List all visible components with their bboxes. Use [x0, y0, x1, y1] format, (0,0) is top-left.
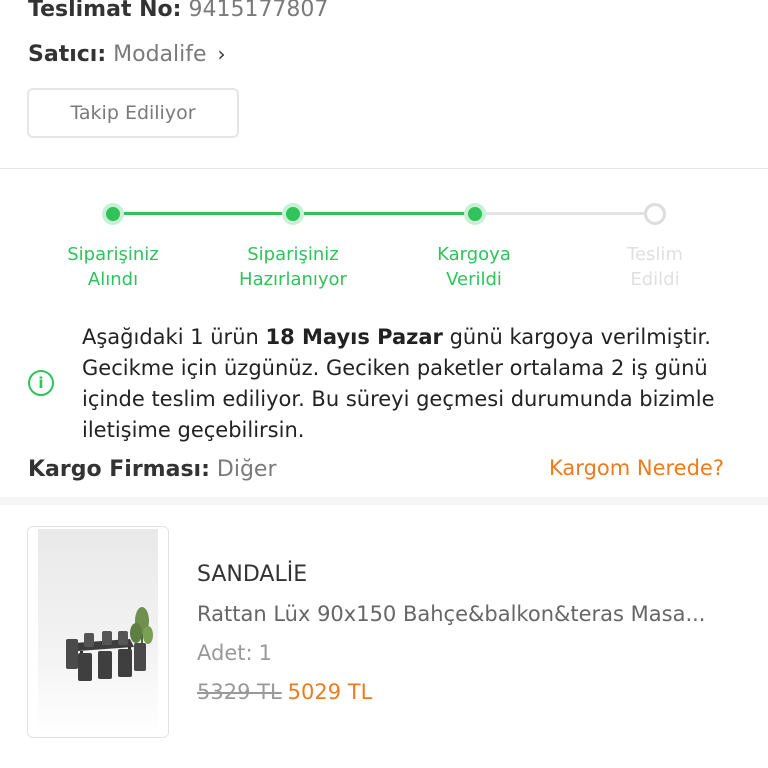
progress-line-2 — [293, 212, 475, 215]
cargo-firm-row: Kargo Firması: Diğer — [28, 456, 277, 484]
section-divider — [0, 497, 768, 505]
seller-label: Satıcı: — [28, 42, 107, 67]
cargo-firm-value: Diğer — [216, 457, 277, 482]
discounted-price: 5029 TL — [287, 680, 373, 704]
product-brand: SANDALİE — [197, 562, 308, 587]
cargo-firm-label: Kargo Firması: — [28, 457, 210, 482]
delivery-number-label: Teslimat No: — [28, 0, 182, 22]
price-row: 5329 TL 5029 TL — [197, 678, 372, 706]
where-is-my-cargo-link[interactable]: Kargom Nerede? — [549, 454, 724, 482]
shipping-delay-message: Aşağıdaki 1 ürün 18 Mayıs Pazar günü kar… — [82, 325, 715, 442]
delivery-number: Teslimat No: 9415177807 — [28, 0, 328, 24]
step-dot-delivered — [644, 203, 666, 225]
info-icon: i — [28, 370, 54, 396]
progress-line-3 — [475, 212, 655, 215]
delivery-number-value: 9415177807 — [188, 0, 329, 22]
section-divider — [0, 168, 768, 169]
old-price: 5329 TL — [197, 680, 282, 704]
shipment-progress-tracker: Siparişiniz Alındı Siparişiniz Hazırlanıyo… — [0, 190, 768, 300]
step-label-shipped: Kargoya Verildi — [437, 244, 511, 290]
step-dot-shipped — [464, 203, 486, 225]
step-label-delivered: Teslim Edildi — [627, 244, 683, 290]
follow-seller-button[interactable]: Takip Ediliyor — [27, 88, 239, 138]
seller-name-link[interactable]: Modalife — [113, 42, 206, 67]
quantity-value: 1 — [258, 641, 272, 665]
product-name[interactable]: Rattan Lüx 90x150 Bahçe&balkon&teras Mas… — [197, 600, 705, 628]
quantity-label: Adet: — [197, 641, 253, 665]
step-dot-preparing — [282, 203, 304, 225]
step-label-preparing: Siparişiniz Hazırlanıyor — [239, 244, 347, 290]
step-label-received: Siparişiniz Alındı — [67, 244, 159, 290]
chevron-right-icon: › — [217, 42, 226, 66]
product-image[interactable] — [27, 526, 169, 738]
step-dot-received — [102, 203, 124, 225]
seller-row[interactable]: Satıcı: Modalife › — [28, 40, 226, 69]
progress-line-1 — [103, 212, 293, 215]
product-photo — [38, 529, 158, 735]
garden-furniture-illustration — [66, 607, 153, 681]
product-quantity: Adet: 1 — [197, 639, 272, 667]
